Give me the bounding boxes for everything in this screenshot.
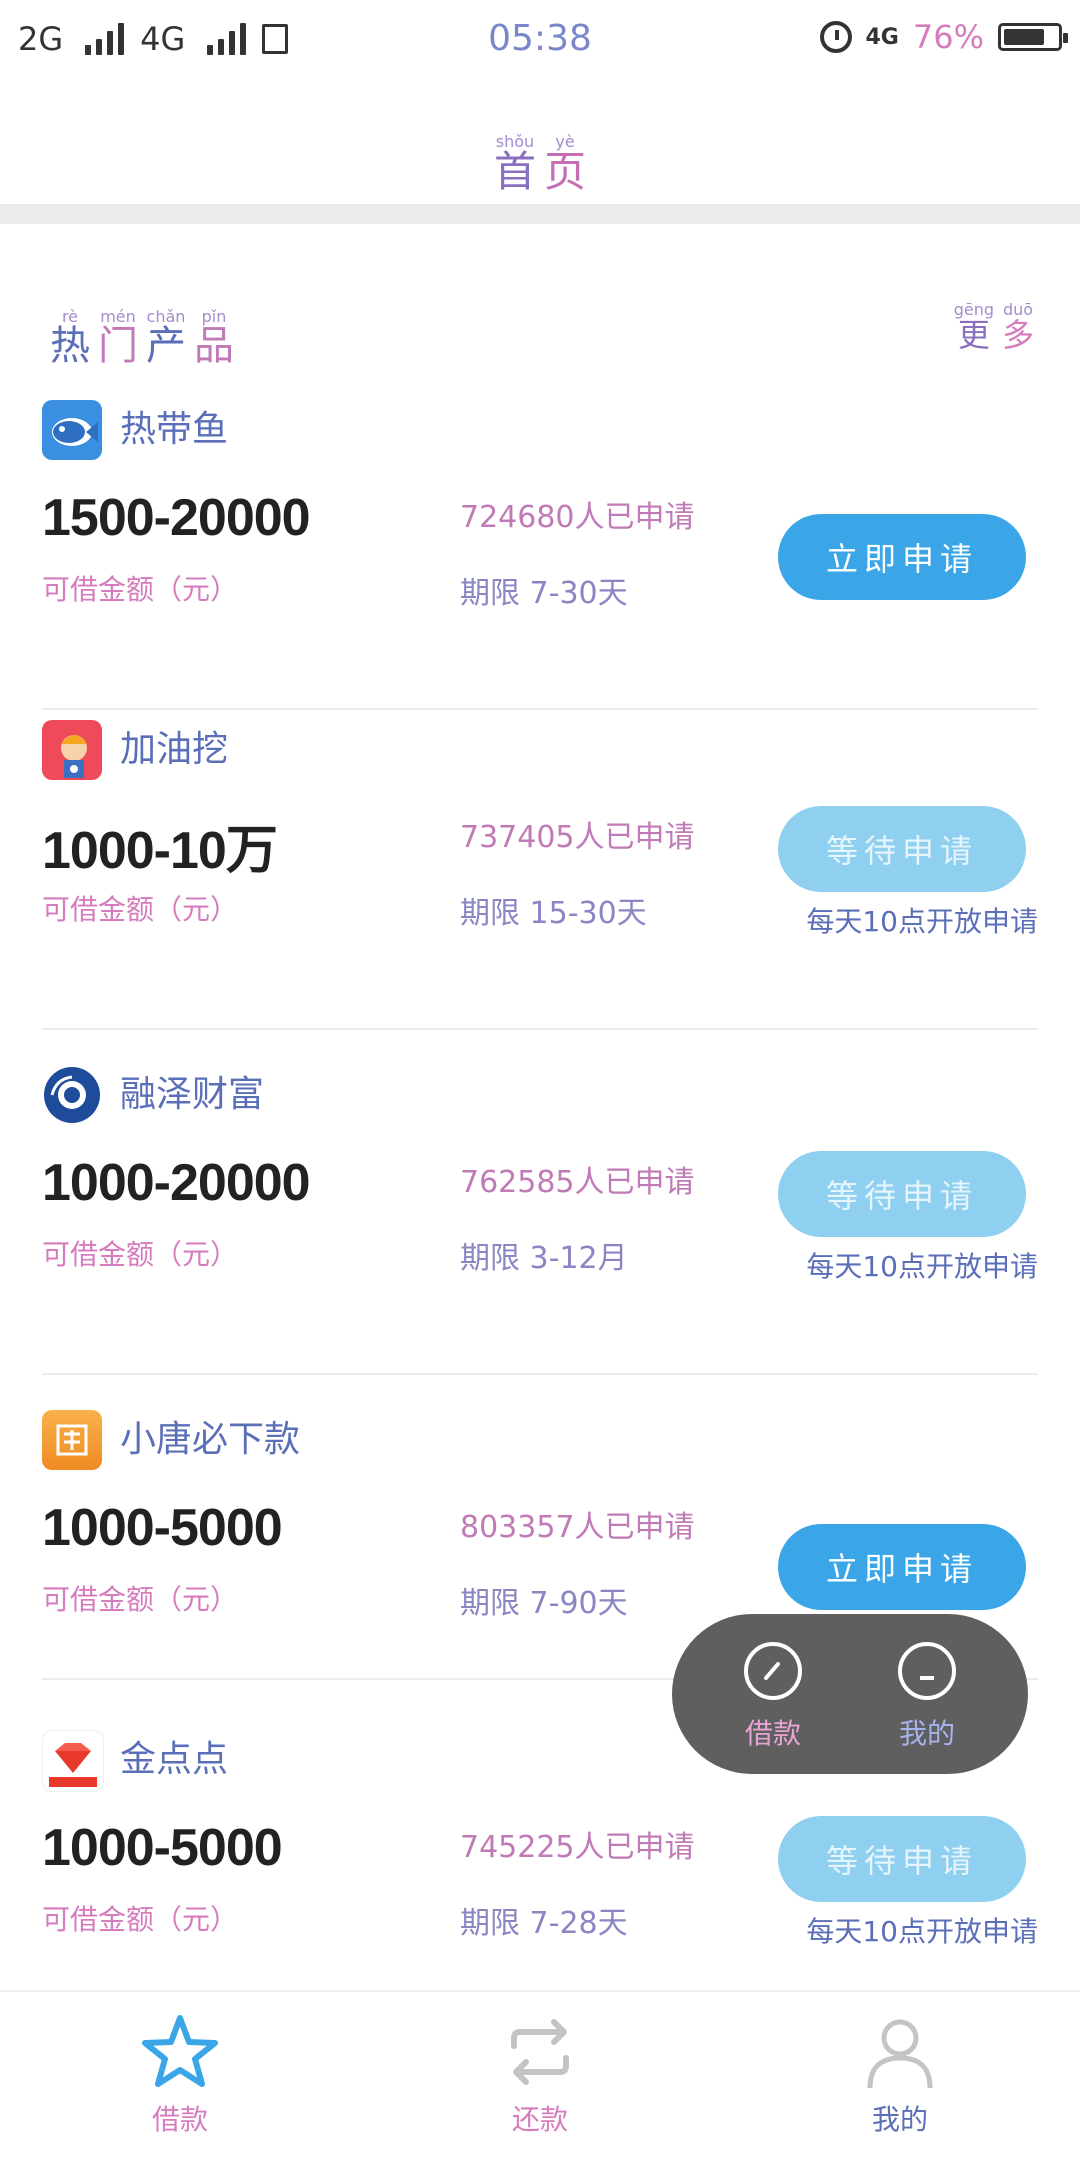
battery-icon xyxy=(998,23,1068,51)
product-name[interactable]: 小唐必下款 xyxy=(120,1410,300,1462)
alarm-icon xyxy=(819,21,852,53)
product-card: 加油挖 1000-10万 可借金额（元） 737405人已申请 期限 15-30… xyxy=(0,720,1080,1030)
product-name[interactable]: 加油挖 xyxy=(120,720,228,772)
loan-amount-range: 1000-20000 xyxy=(42,1154,311,1212)
card-divider xyxy=(42,1028,1038,1030)
amount-label: 可借金额（元） xyxy=(42,1583,239,1616)
hanzi-char: 多 xyxy=(1001,316,1034,354)
section-title-hot-products: rè 热 mén 门 chǎn 产 pǐn 品 xyxy=(46,286,238,369)
compass-icon xyxy=(744,1642,802,1700)
hanzi-char: 首 xyxy=(493,147,536,196)
pinyin-char: yè 页 xyxy=(544,133,586,193)
hanzi-char: 更 xyxy=(957,316,990,354)
product-card: 热带鱼 1500-20000 可借金额（元） 724680人已申请 期限 7-3… xyxy=(0,400,1080,710)
loan-amount-range: 1000-10万 xyxy=(42,822,278,880)
pinyin-char: mén 门 xyxy=(98,308,138,369)
open-time-note: 每天10点开放申请 xyxy=(806,1915,1038,1948)
nav-item-repay[interactable]: 还款 xyxy=(440,2012,640,2138)
apply-button[interactable]: 等待申请 xyxy=(778,806,1026,892)
amount-label: 可借金额（元） xyxy=(42,1238,239,1271)
floating-menu-label: 借款 xyxy=(744,1717,801,1750)
person-icon xyxy=(867,2019,933,2089)
applicant-count: 737405人已申请 xyxy=(460,820,695,855)
product-name[interactable]: 金点点 xyxy=(120,1730,228,1782)
applicant-count: 745225人已申请 xyxy=(460,1830,695,1865)
header-divider xyxy=(0,204,1080,224)
loan-term: 期限 3-12月 xyxy=(460,1241,628,1276)
open-time-note: 每天10点开放申请 xyxy=(806,1250,1038,1283)
repeat-icon xyxy=(511,2019,569,2085)
hanzi-char: 产 xyxy=(146,323,186,369)
net-type-label: 4G xyxy=(865,24,899,50)
floating-menu-label: 我的 xyxy=(898,1717,955,1750)
floating-menu: 借款 我的 xyxy=(672,1614,1028,1774)
apply-button[interactable]: 立即申请 xyxy=(778,514,1026,600)
nav-label: 我的 xyxy=(871,2103,928,2136)
pinyin-char: rè 热 xyxy=(50,308,90,369)
bottom-nav: 借款 还款 我的 xyxy=(0,1990,1080,2162)
status-bar: 2G 4G 05:38 4G 76% xyxy=(0,0,1080,80)
tang-logo-icon xyxy=(42,1410,102,1470)
battery-percent: 76% xyxy=(912,18,984,56)
star-icon xyxy=(142,2015,218,2087)
status-right: 4G 76% xyxy=(819,18,1068,56)
hanzi-char: 门 xyxy=(98,323,138,369)
apply-button[interactable]: 立即申请 xyxy=(778,1524,1026,1610)
floating-menu-item-borrow[interactable]: 借款 xyxy=(718,1642,828,1752)
swirl-logo-icon xyxy=(42,1065,102,1125)
page-title: shǒu 首 yè 页 xyxy=(0,108,1080,193)
product-card: 融泽财富 1000-20000 可借金额（元） 762585人已申请 期限 3-… xyxy=(0,1065,1080,1375)
loan-term: 期限 7-90天 xyxy=(460,1586,628,1621)
loan-term: 期限 7-30天 xyxy=(460,576,628,611)
apply-button[interactable]: 等待申请 xyxy=(778,1151,1026,1237)
user-circle-icon xyxy=(898,1642,956,1700)
loan-amount-range: 1500-20000 xyxy=(42,489,311,547)
loan-amount-range: 1000-5000 xyxy=(42,1819,283,1877)
nav-item-borrow[interactable]: 借款 xyxy=(80,2012,280,2138)
battery-fill xyxy=(1004,29,1044,45)
fish-logo-icon xyxy=(42,400,102,460)
hanzi-char: 页 xyxy=(544,147,587,196)
amount-label: 可借金额（元） xyxy=(42,1903,239,1936)
applicant-count: 762585人已申请 xyxy=(460,1165,695,1200)
app-header: shǒu 首 yè 页 xyxy=(0,80,1080,204)
nav-item-mine[interactable]: 我的 xyxy=(800,2012,1000,2138)
amount-label: 可借金额（元） xyxy=(42,893,239,926)
nav-label: 借款 xyxy=(151,2103,208,2136)
applicant-count: 724680人已申请 xyxy=(460,500,695,535)
nav-label: 还款 xyxy=(511,2103,568,2136)
product-name[interactable]: 热带鱼 xyxy=(120,400,228,452)
card-divider xyxy=(42,1373,1038,1375)
hanzi-char: 热 xyxy=(50,323,90,369)
pinyin-char: duō 多 xyxy=(1001,301,1034,354)
loan-amount-range: 1000-5000 xyxy=(42,1499,283,1557)
hanzi-char: 品 xyxy=(194,323,234,369)
pinyin-char: shǒu 首 xyxy=(494,133,536,193)
pinyin-char: pǐn 品 xyxy=(194,308,234,369)
open-time-note: 每天10点开放申请 xyxy=(806,905,1038,938)
pinyin-char: gēng 更 xyxy=(954,301,994,354)
pinyin-char: chǎn 产 xyxy=(146,308,186,369)
more-link[interactable]: gēng 更 duō 多 xyxy=(950,285,1038,354)
loan-term: 期限 7-28天 xyxy=(460,1906,628,1941)
product-name[interactable]: 融泽财富 xyxy=(120,1065,264,1117)
diamond-logo-icon xyxy=(42,1730,104,1792)
worker-logo-icon xyxy=(42,720,102,780)
applicant-count: 803357人已申请 xyxy=(460,1510,695,1545)
floating-menu-item-mine[interactable]: 我的 xyxy=(872,1642,982,1752)
card-divider xyxy=(42,708,1038,710)
amount-label: 可借金额（元） xyxy=(42,573,239,606)
loan-term: 期限 15-30天 xyxy=(460,896,647,931)
apply-button[interactable]: 等待申请 xyxy=(778,1816,1026,1902)
